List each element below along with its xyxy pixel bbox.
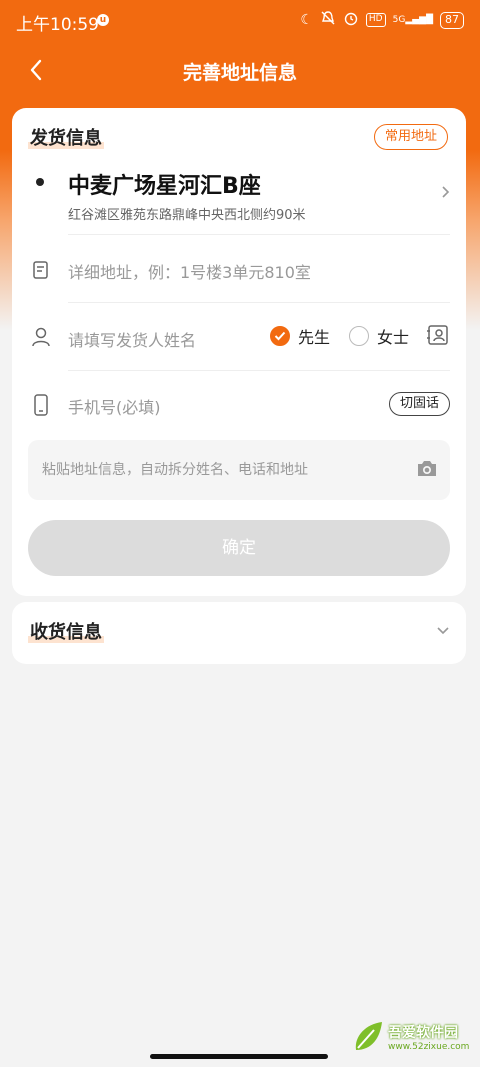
divider [68, 370, 450, 371]
mute-icon [320, 10, 336, 30]
status-icons: ☾ HD 5G▂▄▆█ 87 [300, 10, 464, 30]
phone-input[interactable]: 手机号(必填) [68, 394, 161, 418]
status-time: 上午10:59 [16, 15, 99, 35]
contacts-icon[interactable] [426, 324, 450, 346]
divider [68, 302, 450, 303]
address-sub: 红谷滩区雅苑东路鼎峰中央西北侧约90米 [68, 208, 306, 223]
gender-option-female[interactable]: 女士 [349, 324, 409, 348]
hd-icon: HD [365, 13, 386, 27]
paste-address-input[interactable]: 粘贴地址信息，自动拆分姓名、电话和地址 [42, 459, 308, 479]
moon-icon: ☾ [300, 12, 313, 28]
paste-address-box[interactable]: 粘贴地址信息，自动拆分姓名、电话和地址 [28, 440, 450, 500]
alarm-icon [343, 10, 359, 30]
chevron-right-icon[interactable] [441, 184, 450, 203]
status-bar: 上午10:59 u ☾ HD 5G▂▄▆█ 87 [0, 0, 480, 40]
address-bullet [36, 178, 44, 186]
camera-icon[interactable] [416, 458, 438, 478]
radio-unchecked-icon [349, 326, 369, 346]
watermark: 吾爱软件园 www.52zixue.com [352, 1010, 472, 1060]
chevron-down-icon[interactable] [436, 620, 450, 639]
signal-icon: 5G▂▄▆█ [392, 14, 433, 25]
document-icon [30, 259, 52, 281]
battery-icon: 87 [440, 11, 464, 29]
common-address-button[interactable]: 常用地址 [373, 124, 448, 150]
person-icon [30, 326, 52, 348]
home-indicator[interactable] [150, 1054, 328, 1059]
phone-icon [30, 394, 52, 416]
watermark-name: 吾爱软件园 [388, 1025, 458, 1041]
sender-section-title: 发货信息 [28, 128, 104, 149]
notification-badge: u [97, 14, 109, 26]
sender-name-input[interactable]: 请填写发货人姓名 [68, 327, 196, 351]
watermark-url: www.52zixue.com [388, 1042, 470, 1052]
gender-option-male[interactable]: 先生 [270, 324, 330, 348]
gender-label: 先生 [298, 328, 331, 347]
detail-address-input[interactable]: 详细地址，例：1号楼3单元810室 [68, 259, 311, 283]
watermark-logo [355, 1022, 382, 1050]
sender-card: 发货信息 常用地址 中麦广场星河汇B座 红谷滩区雅苑东路鼎峰中央西北侧约90米 … [12, 108, 466, 596]
radio-checked-icon [270, 326, 290, 346]
nav-bar: 完善地址信息 [0, 48, 480, 92]
receiver-card[interactable]: 收货信息 [12, 602, 466, 664]
receiver-section-title: 收货信息 [28, 622, 104, 643]
address-main[interactable]: 中麦广场星河汇B座 [68, 168, 261, 200]
gender-label: 女士 [377, 328, 410, 347]
switch-landline-button[interactable]: 切固话 [388, 392, 450, 416]
divider [68, 234, 450, 235]
confirm-button[interactable]: 确定 [28, 520, 450, 576]
page-title: 完善地址信息 [182, 62, 297, 84]
